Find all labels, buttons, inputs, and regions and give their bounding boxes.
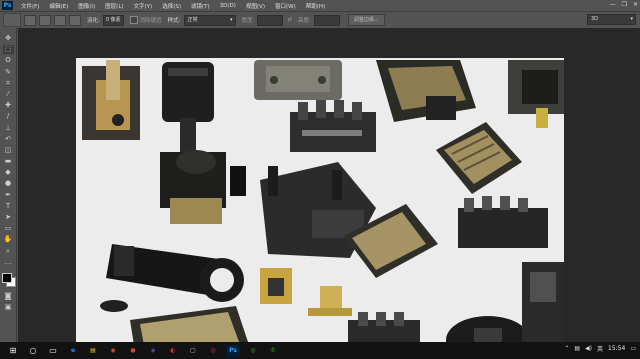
add-selection-button[interactable] <box>39 14 51 26</box>
menu-select[interactable]: 选择(S) <box>157 2 186 10</box>
lasso-icon[interactable]: ʘ <box>3 56 14 65</box>
menu-3d[interactable]: 3D(D) <box>215 3 241 9</box>
refine-edge-button[interactable]: 调整边缘... <box>347 14 385 26</box>
pen-icon[interactable]: ✒ <box>3 191 14 200</box>
brush-icon[interactable]: / <box>3 112 14 121</box>
document-canvas[interactable] <box>76 58 564 358</box>
zoom-icon[interactable]: ⌕ <box>3 247 14 256</box>
app-icon-7[interactable]: ◎ <box>246 345 260 357</box>
edge-icon[interactable]: e <box>66 345 80 357</box>
notification-icon[interactable]: ▭ <box>630 345 636 352</box>
app-icon-1[interactable]: ◉ <box>106 345 120 357</box>
blur-icon[interactable]: ◆ <box>3 168 14 177</box>
style-label: 样式: <box>167 18 181 24</box>
window-controls: — ❐ ✕ <box>610 1 638 8</box>
ignition-coil-image <box>82 60 140 140</box>
system-tray: ⌃ ▤ ◀) 英 15:54 ▭ <box>564 344 636 353</box>
shape-icon[interactable]: ▭ <box>3 224 14 233</box>
stamp-icon[interactable]: ⊥ <box>3 124 14 133</box>
marquee-icon[interactable]: ⬚ <box>2 45 14 55</box>
subtract-selection-button[interactable] <box>54 14 66 26</box>
app-icon-5[interactable]: ▢ <box>186 345 200 357</box>
color-swatches[interactable] <box>1 272 16 287</box>
menu-file[interactable]: 文件(F) <box>16 2 44 10</box>
photoshop-taskbar-icon[interactable]: Ps <box>226 344 240 357</box>
swap-icon[interactable]: ⇄ <box>287 17 292 23</box>
volume-icon[interactable]: ◀) <box>585 345 592 352</box>
height-label: 高度: <box>297 18 311 24</box>
hand-icon[interactable]: ✋ <box>3 235 14 244</box>
menu-edit[interactable]: 编辑(E) <box>44 2 73 10</box>
product-collage-image <box>76 58 564 358</box>
eyedropper-icon[interactable]: ⁄ <box>3 90 14 99</box>
start-icon[interactable]: ⊞ <box>6 345 20 357</box>
path-select-icon[interactable]: ➤ <box>3 213 14 222</box>
network-icon[interactable]: ▤ <box>574 345 580 352</box>
feather-input[interactable]: 0 像素 <box>102 14 124 26</box>
restore-button[interactable]: ❐ <box>622 1 627 8</box>
menu-image[interactable]: 图像(I) <box>73 2 100 10</box>
menu-help[interactable]: 帮助(H) <box>301 2 330 10</box>
menu-type[interactable]: 文字(Y) <box>129 2 158 10</box>
app-icon-6[interactable]: ◍ <box>206 345 220 357</box>
app-icon-3[interactable]: ◈ <box>146 345 160 357</box>
foreground-color[interactable] <box>1 272 12 283</box>
healing-icon[interactable]: ✚ <box>3 101 14 110</box>
tray-expand-icon[interactable]: ⌃ <box>564 345 569 352</box>
type-icon[interactable]: T <box>3 202 14 211</box>
width-input[interactable] <box>257 14 284 26</box>
clock[interactable]: 15:54 <box>608 345 625 352</box>
task-view-icon[interactable]: ▭ <box>46 345 60 357</box>
screen-mode-icon[interactable]: ▣ <box>3 303 14 312</box>
explorer-icon[interactable]: ▤ <box>86 345 100 357</box>
intersect-selection-button[interactable] <box>69 14 81 26</box>
windows-taskbar: ⊞ ○ ▭ e ▤ ◉ ● ◈ ◐ ▢ ◍ Ps ◎ ✆ ⌃ ▤ ◀) 英 15… <box>0 342 640 359</box>
height-input[interactable] <box>313 14 340 26</box>
menu-view[interactable]: 视图(V) <box>241 2 270 10</box>
workspace-select[interactable]: 3D <box>587 14 636 25</box>
menu-window[interactable]: 窗口(W) <box>270 2 301 10</box>
crop-icon[interactable]: ⌗ <box>3 79 14 88</box>
width-label: 宽度: <box>241 18 255 24</box>
minimize-button[interactable]: — <box>610 1 616 8</box>
app-icon-4[interactable]: ◐ <box>166 345 180 357</box>
search-icon[interactable]: ○ <box>26 345 40 357</box>
ime-indicator[interactable]: 英 <box>597 344 603 353</box>
dodge-icon[interactable]: ● <box>3 179 14 188</box>
app-icon-2[interactable]: ● <box>126 345 140 357</box>
wechat-icon[interactable]: ✆ <box>266 345 280 357</box>
tools-panel: ✥ ⬚ ʘ ✎ ⌗ ⁄ ✚ / ⊥ ↶ ◫ ▬ ◆ ● ✒ T ➤ ▭ ✋ ⌕ … <box>0 28 17 342</box>
document-canvas-area[interactable] <box>18 28 640 358</box>
menu-bar: Ps 文件(F) 编辑(E) 图像(I) 图层(L) 文字(Y) 选择(S) 滤… <box>0 0 640 11</box>
style-select[interactable]: 正常 <box>183 14 236 26</box>
quick-mask-icon[interactable]: ◙ <box>3 292 14 301</box>
more-icon[interactable]: … <box>3 258 14 267</box>
new-selection-button[interactable] <box>24 14 36 26</box>
quick-select-icon[interactable]: ✎ <box>3 68 14 77</box>
feather-label: 羽化: <box>87 18 100 24</box>
photoshop-logo: Ps <box>2 1 13 10</box>
antialias-label: 消除锯齿 <box>139 18 162 24</box>
menu-layer[interactable]: 图层(L) <box>100 2 128 10</box>
menu-filter[interactable]: 滤镜(T) <box>186 2 215 10</box>
move-icon[interactable]: ✥ <box>3 34 14 43</box>
history-brush-icon[interactable]: ↶ <box>3 135 14 144</box>
tool-preset-picker[interactable] <box>3 13 21 27</box>
eraser-icon[interactable]: ◫ <box>3 146 14 155</box>
close-button[interactable]: ✕ <box>633 1 638 8</box>
ignition-module-image <box>254 60 342 100</box>
gradient-icon[interactable]: ▬ <box>3 157 14 166</box>
options-bar: 羽化: 0 像素 消除锯齿 样式: 正常 宽度: ⇄ 高度: 调整边缘... 3… <box>0 11 640 29</box>
antialias-checkbox[interactable] <box>129 16 138 24</box>
